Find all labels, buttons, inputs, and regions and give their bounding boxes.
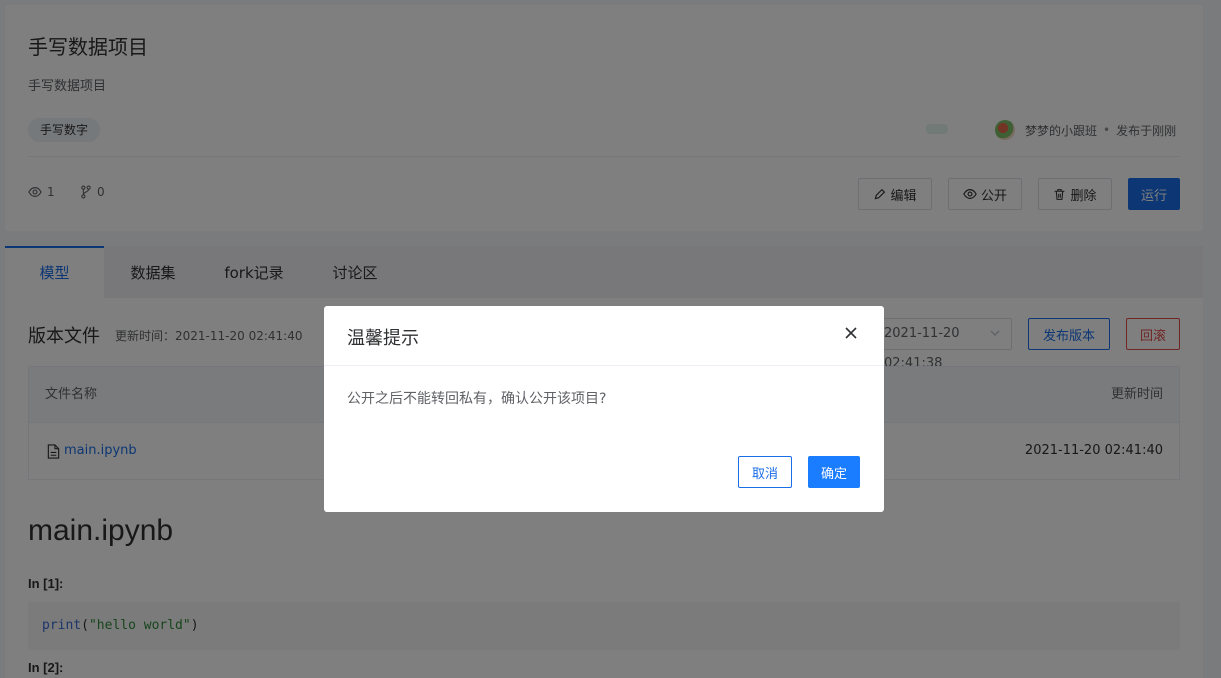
- dialog-title: 温馨提示: [347, 328, 419, 349]
- confirm-dialog: 温馨提示 公开之后不能转回私有，确认公开该项目? 取消 确定: [324, 306, 884, 512]
- dialog-message: 公开之后不能转回私有，确认公开该项目?: [347, 391, 607, 407]
- dialog-header: 温馨提示: [324, 306, 884, 366]
- confirm-button[interactable]: 确定: [808, 456, 860, 488]
- close-icon[interactable]: [842, 324, 860, 342]
- cancel-button[interactable]: 取消: [738, 456, 792, 488]
